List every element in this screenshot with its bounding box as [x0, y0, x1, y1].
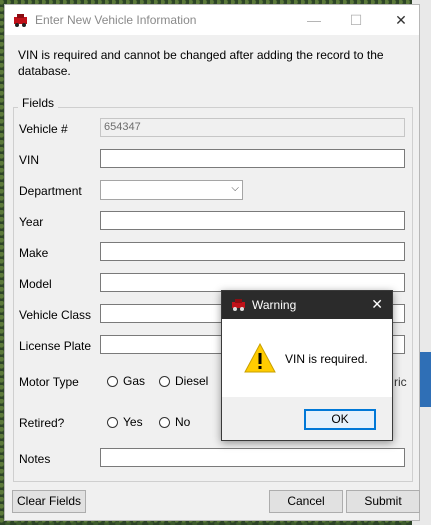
- notes-label: Notes: [19, 452, 51, 466]
- minimize-button[interactable]: —: [299, 9, 329, 31]
- close-button[interactable]: ✕: [386, 9, 416, 31]
- warning-icon: [244, 343, 276, 373]
- radio-circle: [159, 375, 170, 387]
- motor-type-label: Motor Type: [19, 375, 79, 389]
- app-car-icon: [14, 14, 27, 27]
- app-car-icon: [232, 299, 245, 311]
- vehicle-class-label: Vehicle Class: [19, 308, 92, 322]
- warning-footer: OK: [222, 397, 392, 440]
- warning-body: VIN is required.: [222, 319, 392, 397]
- motor-gas-label: Gas: [123, 374, 146, 388]
- retired-no-radio[interactable]: No: [159, 415, 190, 429]
- make-field[interactable]: [100, 242, 405, 261]
- fields-legend: Fields: [18, 96, 59, 110]
- title-bar: Enter New Vehicle Information — ☐ ✕: [5, 5, 419, 35]
- model-label: Model: [19, 277, 52, 291]
- motor-diesel-label: Diesel: [175, 374, 209, 388]
- make-label: Make: [19, 246, 49, 260]
- year-label: Year: [19, 215, 44, 229]
- retired-yes-label: Yes: [123, 415, 143, 429]
- clear-fields-button[interactable]: Clear Fields: [12, 490, 86, 513]
- retired-label: Retired?: [19, 416, 65, 430]
- close-icon[interactable]: ✕: [371, 296, 383, 313]
- vehicle-number-label: Vehicle #: [19, 122, 68, 136]
- license-plate-label: License Plate: [19, 339, 92, 353]
- retired-yes-radio[interactable]: Yes: [107, 415, 143, 429]
- chevron-down-icon: ⌵: [231, 183, 239, 194]
- maximize-button[interactable]: ☐: [341, 9, 371, 31]
- year-field[interactable]: [100, 211, 405, 230]
- notes-field[interactable]: [100, 448, 405, 467]
- retired-no-label: No: [175, 415, 191, 429]
- vin-label: VIN: [19, 153, 40, 167]
- radio-circle: [107, 416, 118, 428]
- vin-note: VIN is required and cannot be changed af…: [18, 48, 384, 78]
- department-label: Department: [19, 184, 82, 198]
- submit-button[interactable]: Submit: [346, 490, 420, 513]
- motor-option-partial-label: ric: [394, 375, 407, 389]
- window-title: Enter New Vehicle Information: [35, 13, 197, 27]
- warning-title: Warning: [252, 298, 297, 312]
- motor-gas-radio[interactable]: Gas: [107, 374, 145, 388]
- vehicle-number-field: 654347: [100, 118, 405, 137]
- vehicle-form-window: Enter New Vehicle Information — ☐ ✕ VIN …: [4, 4, 420, 521]
- radio-circle: [107, 375, 118, 387]
- vin-field[interactable]: [100, 149, 405, 168]
- radio-circle: [159, 416, 170, 428]
- cancel-button[interactable]: Cancel: [269, 490, 343, 513]
- department-dropdown[interactable]: ⌵: [100, 180, 243, 200]
- motor-diesel-radio[interactable]: Diesel: [159, 374, 208, 388]
- warning-message: VIN is required.: [285, 352, 368, 366]
- ok-button[interactable]: OK: [304, 409, 376, 430]
- warning-title-bar: Warning ✕: [222, 291, 392, 319]
- warning-dialog: Warning ✕ VIN is required. OK: [221, 290, 393, 441]
